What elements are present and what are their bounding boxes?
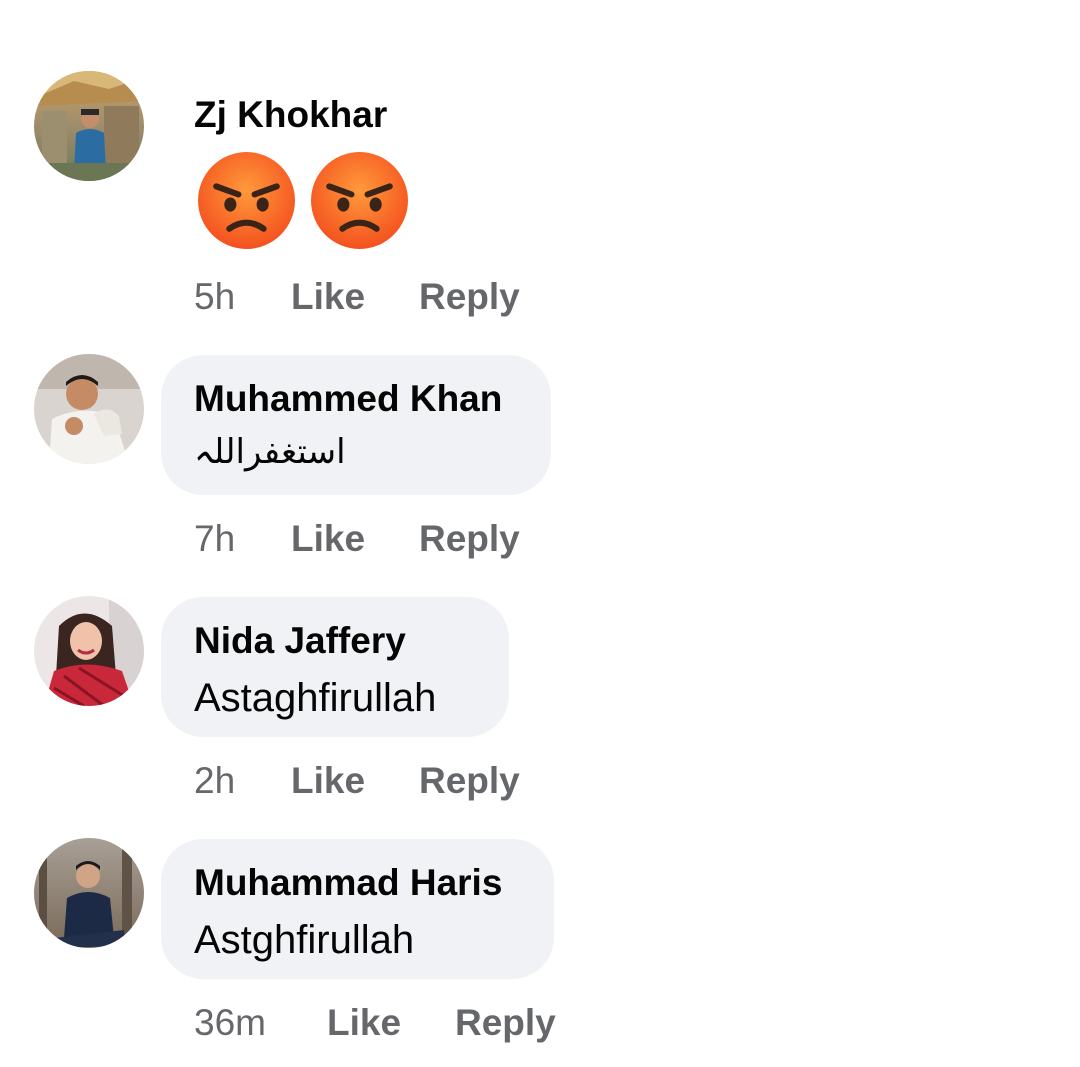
comment-text: Astaghfirullah (194, 676, 437, 720)
comment-bubble[interactable]: Nida Jaffery Astaghfirullah (161, 597, 509, 737)
comment-author[interactable]: Nida Jaffery (194, 621, 475, 661)
comment-author[interactable]: Muhammed Khan (194, 379, 517, 419)
comment-timestamp[interactable]: 36m (194, 1002, 327, 1044)
comment-timestamp[interactable]: 5h (194, 276, 291, 318)
reply-button[interactable]: Reply (455, 1002, 556, 1044)
comment-text: Astghfirullah (194, 918, 415, 962)
comment-bubble[interactable]: Muhammed Khan استغفراللہ (161, 355, 551, 495)
comment-emoji-row (196, 150, 410, 251)
comment-text: استغفراللہ (194, 432, 346, 472)
avatar[interactable] (34, 596, 144, 706)
comment-timestamp[interactable]: 7h (194, 518, 291, 560)
comment-actions: 7h Like Reply (194, 518, 520, 560)
like-button[interactable]: Like (327, 1002, 455, 1044)
comment-actions: 36m Like Reply (194, 1002, 556, 1044)
avatar[interactable] (34, 838, 144, 948)
reply-button[interactable]: Reply (419, 760, 520, 802)
avatar[interactable] (34, 354, 144, 464)
reply-button[interactable]: Reply (419, 518, 520, 560)
like-button[interactable]: Like (291, 276, 419, 318)
comment-bubble[interactable]: Muhammad Haris Astghfirullah (161, 839, 554, 979)
like-button[interactable]: Like (291, 518, 419, 560)
comment-actions: 2h Like Reply (194, 760, 520, 802)
comment-actions: 5h Like Reply (194, 276, 520, 318)
angry-face-icon (196, 150, 297, 251)
like-button[interactable]: Like (291, 760, 419, 802)
reply-button[interactable]: Reply (419, 276, 520, 318)
avatar[interactable] (34, 71, 144, 181)
comment-author[interactable]: Muhammad Haris (194, 863, 520, 903)
comment-timestamp[interactable]: 2h (194, 760, 291, 802)
comment-author[interactable]: Zj Khokhar (194, 95, 387, 135)
angry-face-icon (309, 150, 410, 251)
